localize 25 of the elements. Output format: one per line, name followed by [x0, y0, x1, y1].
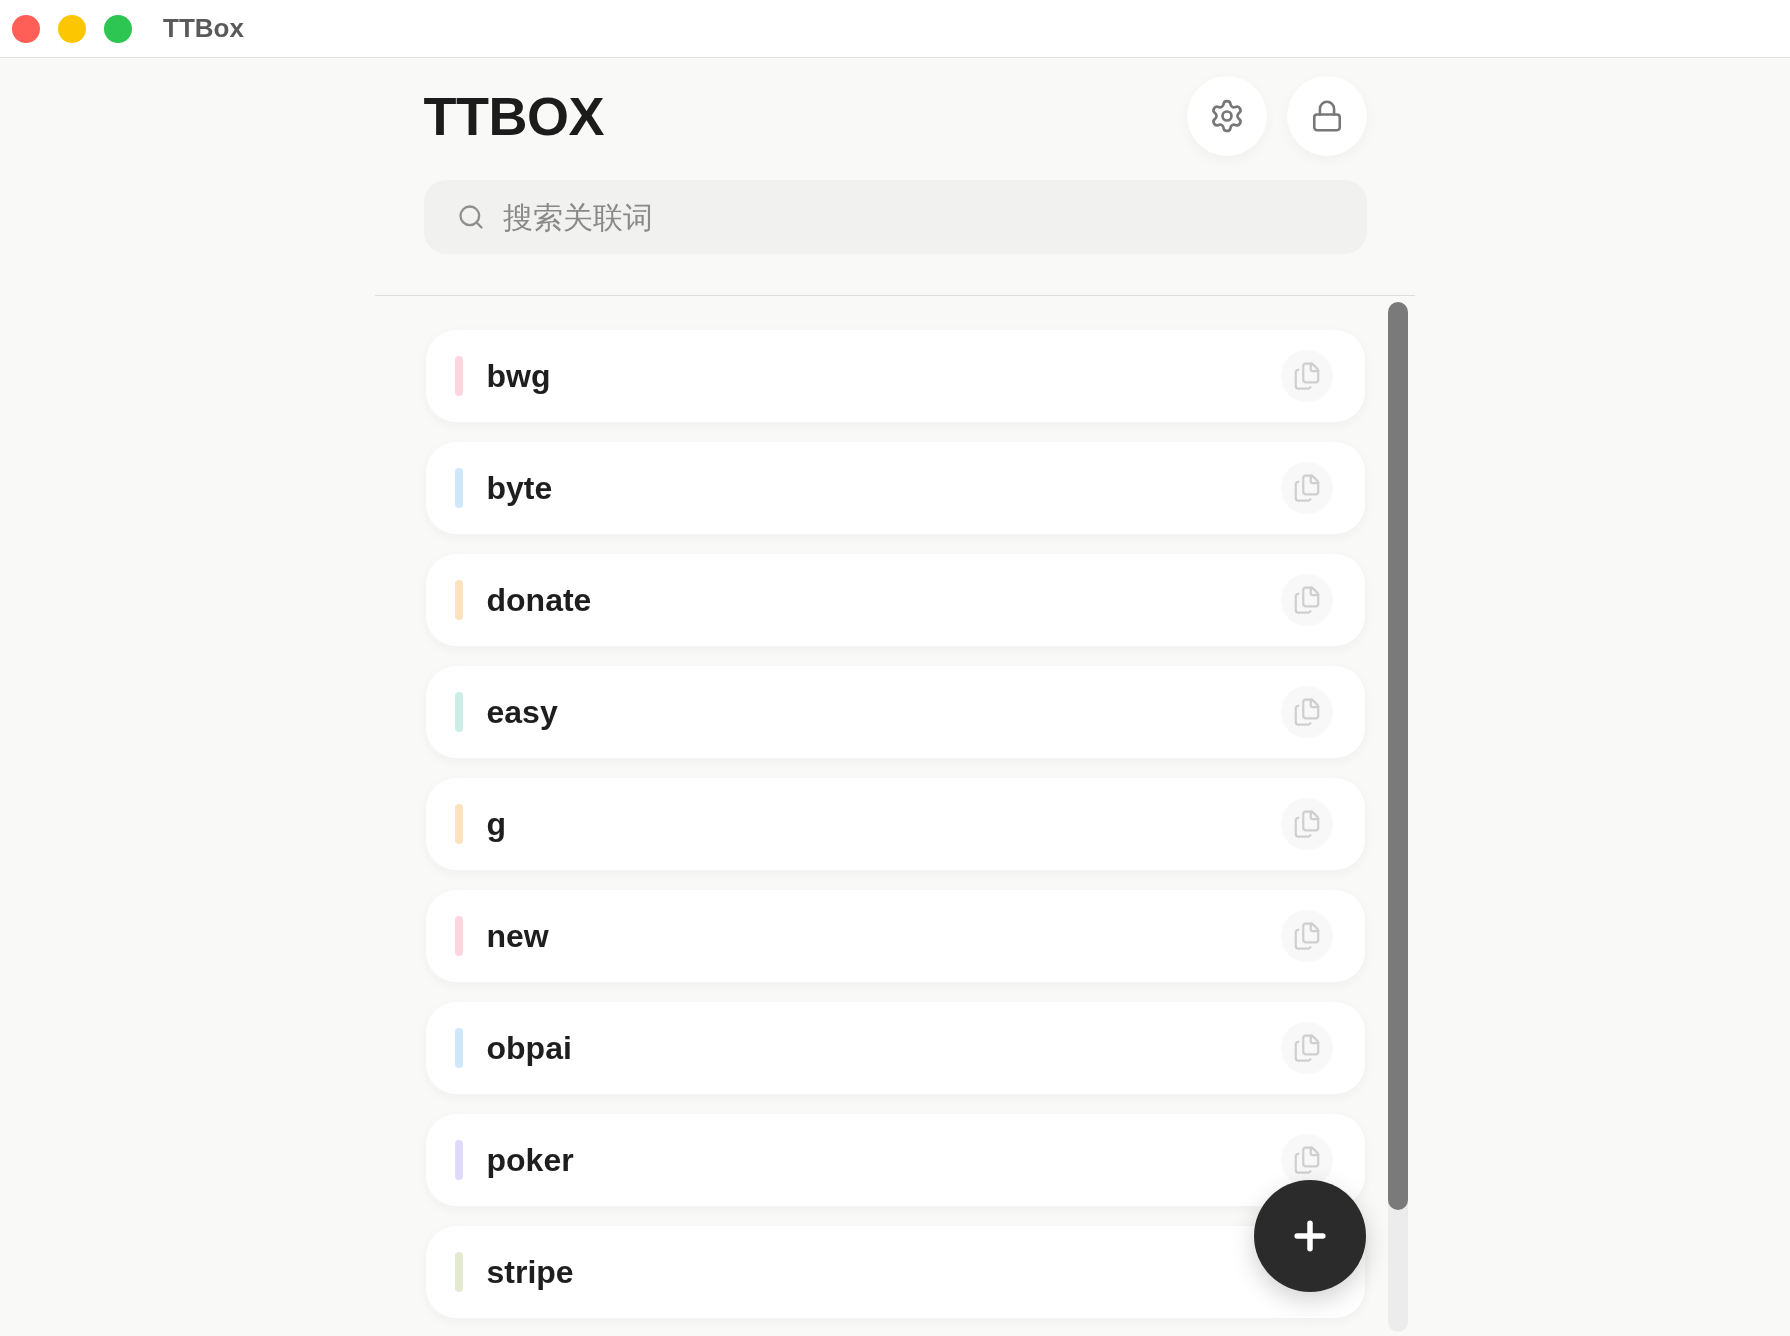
keyword-row[interactable]: g — [425, 778, 1365, 870]
app-title: TTBOX — [423, 89, 604, 143]
keyword-row[interactable]: easy — [425, 666, 1365, 758]
keyword-name: easy — [486, 693, 559, 731]
window-title: TTBox — [163, 13, 244, 44]
keyword-name: g — [486, 805, 508, 843]
keyword-name: poker — [486, 1141, 575, 1179]
keyword-row[interactable]: bwg — [425, 330, 1365, 422]
keyword-name: obpai — [486, 1029, 573, 1067]
keyword-row[interactable]: donate — [425, 554, 1365, 646]
keyword-name: byte — [486, 469, 554, 507]
keyword-name: bwg — [486, 357, 552, 395]
keyword-name: new — [486, 917, 550, 955]
keyword-name: stripe — [486, 1253, 575, 1291]
zoom-window-button[interactable] — [104, 14, 132, 43]
keyword-row[interactable]: byte — [425, 442, 1365, 534]
keyword-row[interactable]: stripe — [425, 1226, 1365, 1318]
search-icon — [456, 203, 485, 231]
minimize-window-button[interactable] — [58, 14, 86, 43]
search-field[interactable]: 搜索关联词 — [423, 180, 1367, 254]
close-window-button[interactable] — [12, 14, 40, 43]
keyword-row[interactable]: poker — [425, 1114, 1365, 1206]
keyword-row[interactable]: obpai — [425, 1002, 1365, 1094]
keyword-row[interactable]: new — [425, 890, 1365, 982]
keyword-name: donate — [486, 581, 593, 619]
